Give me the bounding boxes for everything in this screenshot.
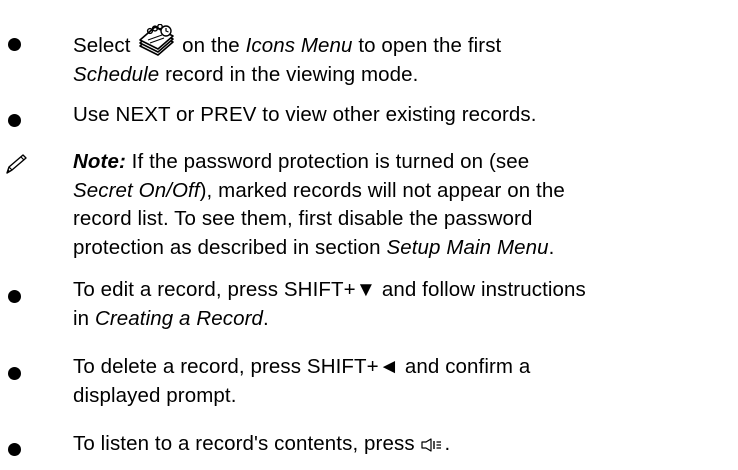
item-text: Note: If the password protection is turn… bbox=[73, 148, 733, 262]
text-segment: record list. To see them, first disable … bbox=[73, 207, 533, 230]
text-segment: . bbox=[444, 432, 451, 455]
creating-a-record-ref: Creating a Record bbox=[94, 306, 264, 330]
text-segment: ), marked records will not appear on the bbox=[199, 178, 565, 202]
item-text: Select on the Icons Menu to open the fir… bbox=[73, 24, 733, 89]
bullet-icon bbox=[8, 367, 21, 380]
schedule-ref: Schedule bbox=[73, 62, 160, 86]
text-segment: If the password protection is turned on … bbox=[125, 150, 530, 173]
bullet-icon bbox=[8, 38, 21, 51]
text-segment: protection as described in section bbox=[73, 235, 387, 259]
text-segment: on the bbox=[176, 34, 246, 57]
bullet-icon bbox=[8, 114, 21, 127]
text-segment: in bbox=[73, 306, 95, 330]
text-segment: . bbox=[263, 306, 269, 330]
text-segment: Use NEXT or PREV to view other existing … bbox=[73, 103, 537, 126]
manual-page: Select on the Icons Menu to open the fir… bbox=[0, 0, 738, 470]
text-segment: Select bbox=[73, 34, 137, 57]
item-text: To edit a record, press SHIFT+▼ and foll… bbox=[73, 276, 733, 333]
text-segment: displayed prompt. bbox=[73, 383, 237, 407]
text-segment: To listen to a record's contents, press bbox=[73, 432, 421, 455]
text-segment: record in the viewing mode. bbox=[159, 62, 419, 86]
text-segment: to open the first bbox=[352, 34, 502, 57]
text-segment: To edit a record, press SHIFT+▼ and foll… bbox=[73, 278, 586, 301]
bullet-icon bbox=[8, 443, 21, 456]
item-text: Use NEXT or PREV to view other existing … bbox=[73, 101, 733, 130]
text-segment: To delete a record, press SHIFT+◄ and co… bbox=[73, 355, 531, 378]
speaker-key-icon bbox=[421, 438, 442, 452]
pencil-icon bbox=[6, 154, 27, 174]
item-text: To delete a record, press SHIFT+◄ and co… bbox=[73, 353, 733, 410]
text-segment: . bbox=[548, 235, 555, 259]
note-label: Note: bbox=[73, 150, 126, 173]
secret-on-off-ref: Secret On/Off bbox=[73, 178, 200, 202]
schedule-notepad-icon bbox=[139, 24, 175, 56]
setup-main-menu-ref: Setup Main Menu bbox=[386, 235, 549, 259]
item-text: To listen to a record's contents, press … bbox=[73, 430, 733, 459]
bullet-icon bbox=[8, 290, 21, 303]
icons-menu-ref: Icons Menu bbox=[245, 34, 353, 57]
